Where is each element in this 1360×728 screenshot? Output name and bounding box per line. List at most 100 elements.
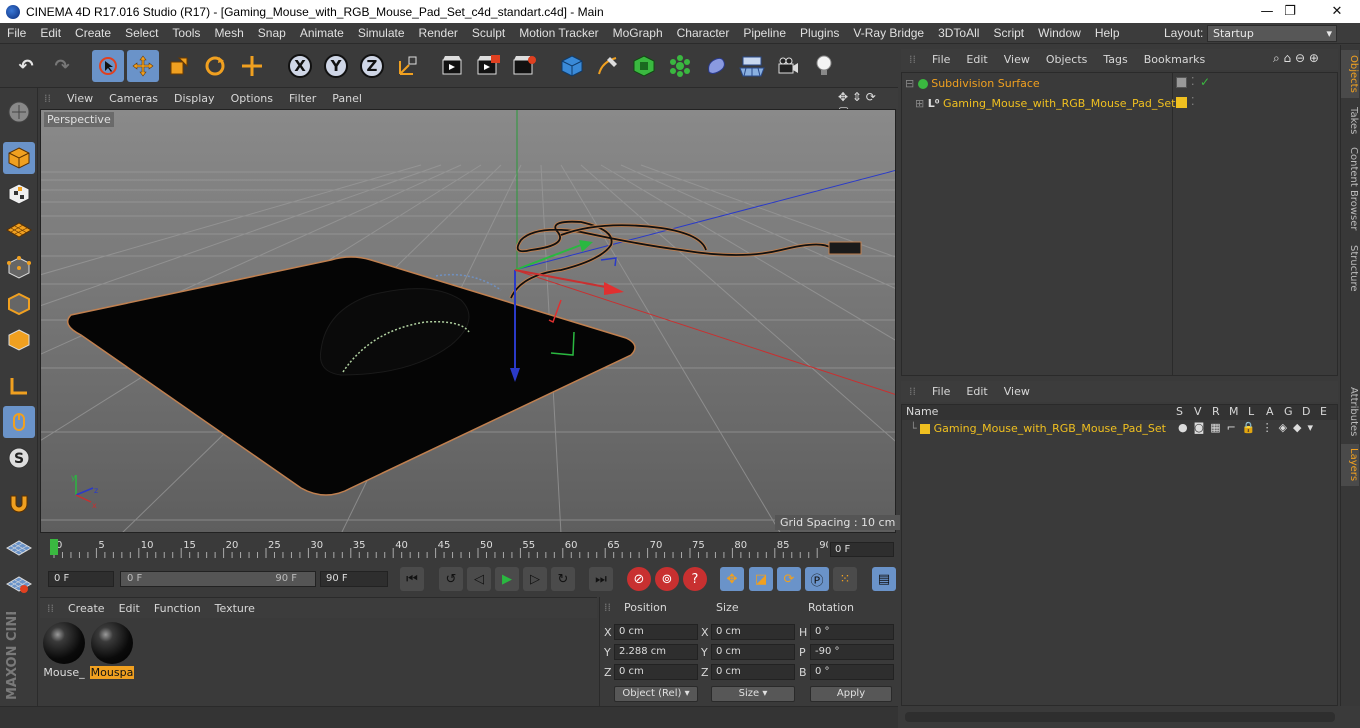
menu-render[interactable]: Render: [412, 26, 465, 40]
enabled-check-icon[interactable]: ✓: [1200, 75, 1210, 89]
col-locked[interactable]: L: [1248, 405, 1254, 418]
snap-toggle-icon[interactable]: S: [3, 442, 35, 474]
viewport-3d[interactable]: y z x: [40, 109, 896, 533]
menu-motion-tracker[interactable]: Motion Tracker: [512, 26, 605, 40]
magnet-icon[interactable]: [3, 486, 35, 518]
tab-attributes[interactable]: Attributes: [1341, 384, 1359, 440]
menu-mograph[interactable]: MoGraph: [606, 26, 670, 40]
rotation-b-input[interactable]: 0 °: [810, 664, 894, 680]
preview-range-slider[interactable]: 0 F 90 F: [120, 571, 316, 587]
viewport-menu-view[interactable]: View: [59, 92, 101, 105]
timeline-playhead[interactable]: [50, 539, 58, 555]
material-menu-edit[interactable]: Edit: [112, 602, 147, 615]
menu-sculpt[interactable]: Sculpt: [465, 26, 512, 40]
size-x-input[interactable]: 0 cm: [711, 624, 795, 640]
x-axis-lock-button[interactable]: X: [284, 50, 316, 82]
end-frame-field[interactable]: 90 F: [320, 571, 388, 587]
layer-color-swatch[interactable]: [1176, 97, 1187, 108]
lock-workplane-icon[interactable]: [3, 532, 35, 564]
position-z-input[interactable]: 0 cm: [614, 664, 698, 680]
menu-select[interactable]: Select: [118, 26, 165, 40]
start-frame-field[interactable]: 0 F: [48, 571, 114, 587]
edges-mode-icon[interactable]: [3, 288, 35, 320]
key-position-icon[interactable]: ✥: [720, 567, 744, 591]
menu-character[interactable]: Character: [670, 26, 737, 40]
tab-objects[interactable]: Objects: [1341, 50, 1359, 98]
render-view-icon[interactable]: [438, 50, 470, 82]
texture-mode-icon[interactable]: [3, 178, 35, 210]
layer-menu-edit[interactable]: Edit: [958, 385, 995, 398]
maximize-button[interactable]: ❐: [1267, 0, 1313, 23]
size-y-input[interactable]: 0 cm: [711, 644, 795, 660]
timeline-ruler[interactable]: 051015202530354045505560657075808590: [48, 538, 828, 558]
menu-pipeline[interactable]: Pipeline: [736, 26, 793, 40]
viewport-menu-options[interactable]: Options: [223, 92, 281, 105]
menu-file[interactable]: File: [0, 26, 33, 40]
light-icon[interactable]: [808, 50, 840, 82]
rotation-h-input[interactable]: 0 °: [810, 624, 894, 640]
apply-button[interactable]: Apply: [810, 686, 892, 702]
object-menu-file[interactable]: File: [924, 53, 958, 66]
object-menu-tags[interactable]: Tags: [1095, 53, 1135, 66]
col-name[interactable]: Name: [906, 405, 938, 418]
menu-edit[interactable]: Edit: [33, 26, 68, 40]
workplane-icon[interactable]: [3, 214, 35, 246]
layer-tag-icon[interactable]: [1176, 77, 1187, 88]
select-cursor-icon[interactable]: [92, 50, 124, 82]
material-menu-create[interactable]: Create: [61, 602, 112, 615]
col-manager[interactable]: M: [1229, 405, 1239, 418]
key-scale-icon[interactable]: ◪: [749, 567, 773, 591]
key-parameter-icon[interactable]: Ⓟ: [805, 567, 829, 591]
col-view[interactable]: V: [1194, 405, 1202, 418]
viewport-menu-panel[interactable]: Panel: [324, 92, 370, 105]
layer-flag-icons[interactable]: ●◙▦⌐🔒⋮◈◆▾: [1178, 421, 1319, 434]
col-generators[interactable]: G: [1284, 405, 1293, 418]
size-mode-select[interactable]: Size ▾: [711, 686, 795, 702]
layer-menu-view[interactable]: View: [996, 385, 1038, 398]
timeline-window-icon[interactable]: ▤: [872, 567, 896, 591]
record-keys-icon[interactable]: ⊘: [627, 567, 651, 591]
menu-vray-bridge[interactable]: V-Ray Bridge: [846, 26, 931, 40]
undo-icon[interactable]: ↶: [10, 50, 42, 82]
visibility-dots-icon[interactable]: ⁚: [1191, 75, 1195, 88]
next-key-icon[interactable]: ↻: [551, 567, 575, 591]
material-swatch-mousepad[interactable]: [91, 622, 133, 664]
menu-tools[interactable]: Tools: [165, 26, 207, 40]
viewport-menu-display[interactable]: Display: [166, 92, 223, 105]
polygons-mode-icon[interactable]: [3, 324, 35, 356]
object-menu-bookmarks[interactable]: Bookmarks: [1136, 53, 1213, 66]
move-tool-icon[interactable]: [127, 50, 159, 82]
material-label-mousepad[interactable]: Mouspa: [90, 666, 134, 679]
object-search-icons[interactable]: ⌕ ⌂ ⊖ ⊕: [1265, 51, 1327, 66]
col-render[interactable]: R: [1212, 405, 1220, 418]
render-settings-icon[interactable]: [509, 50, 541, 82]
horizontal-scrollbar[interactable]: [905, 712, 1335, 722]
rotate-tool-icon[interactable]: [199, 50, 231, 82]
key-rotation-icon[interactable]: ⟳: [777, 567, 801, 591]
floor-environment-icon[interactable]: [736, 50, 768, 82]
tree-expand-icon[interactable]: ⊟: [905, 77, 914, 90]
menu-plugins[interactable]: Plugins: [793, 26, 846, 40]
col-deformers[interactable]: D: [1302, 405, 1310, 418]
material-swatch-mouse[interactable]: [43, 622, 85, 664]
layer-menu-file[interactable]: File: [924, 385, 958, 398]
current-frame-field[interactable]: 0 F: [830, 542, 894, 557]
points-mode-icon[interactable]: [3, 252, 35, 284]
make-editable-icon[interactable]: [3, 96, 35, 128]
layer-color-swatch[interactable]: [920, 424, 931, 434]
tree-expand-icon[interactable]: ⊞: [915, 97, 924, 110]
menu-snap[interactable]: Snap: [251, 26, 293, 40]
previous-key-icon[interactable]: ↺: [439, 567, 463, 591]
viewport-menu-filter[interactable]: Filter: [281, 92, 324, 105]
axis-mode-icon[interactable]: [3, 370, 35, 402]
layout-select[interactable]: Startup ▾: [1207, 25, 1337, 42]
position-y-input[interactable]: 2.288 cm: [614, 644, 698, 660]
tab-structure[interactable]: Structure: [1341, 240, 1359, 296]
position-x-input[interactable]: 0 cm: [614, 624, 698, 640]
visibility-dots-icon[interactable]: ⁚: [1191, 95, 1195, 108]
menu-help[interactable]: Help: [1088, 26, 1127, 40]
col-expressions[interactable]: E: [1320, 405, 1327, 418]
deformer-icon[interactable]: [700, 50, 732, 82]
pen-spline-icon[interactable]: [592, 50, 624, 82]
coordinate-system-icon[interactable]: [392, 50, 424, 82]
